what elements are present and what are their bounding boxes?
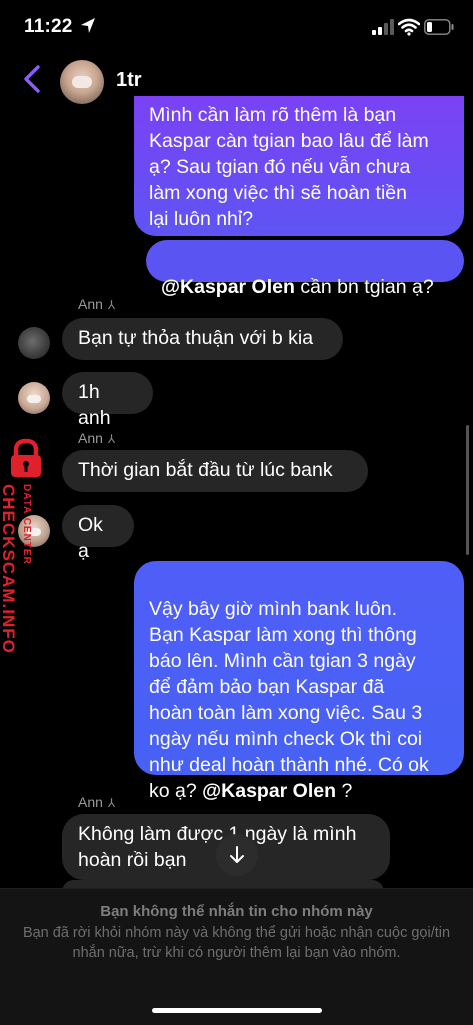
incoming-message-3[interactable]: Thời gian bắt đầu từ lúc bank — [62, 450, 368, 492]
incoming-message-1[interactable]: Bạn tự thỏa thuận với b kia — [62, 318, 343, 360]
incoming-message-4[interactable]: Ok ạ — [62, 505, 134, 562]
message-text: cần bn tgian ạ? — [294, 276, 434, 298]
sender-name: Ann ⅄ — [78, 430, 116, 446]
arrow-down-icon — [230, 846, 244, 863]
message-text: ? — [336, 780, 353, 802]
group-avatar[interactable] — [60, 60, 104, 104]
cellular-signal-icon — [372, 19, 394, 35]
watermark-subtext: DATA CENTER — [21, 484, 32, 565]
sender-name: Ann ⅄ — [78, 794, 116, 810]
location-arrow-icon — [81, 18, 95, 33]
checkscam-watermark: CHECKSCAM.INFO DATA CENTER — [0, 436, 50, 666]
message-text: Vậy bây giờ mình bank luôn. Bạn Kaspar l… — [149, 598, 429, 802]
mention-kaspar[interactable]: @Kaspar Olen — [202, 780, 336, 802]
back-chevron-icon[interactable] — [20, 64, 44, 94]
scroll-to-bottom-button[interactable] — [216, 834, 258, 876]
incoming-message-2[interactable]: 1h anh — [62, 372, 153, 429]
lock-icon — [11, 438, 41, 477]
left-group-notice: Bạn không thể nhắn tin cho nhóm này Bạn … — [0, 888, 473, 1025]
battery-icon — [424, 19, 454, 35]
notice-title: Bạn không thể nhắn tin cho nhóm này — [100, 903, 373, 920]
sender-name: Ann ⅄ — [78, 296, 116, 312]
reply-icon: ⅄ — [107, 432, 116, 446]
outgoing-message-1[interactable]: Mình cần làm rõ thêm là bạn Kaspar càn t… — [134, 96, 464, 236]
status-time: 11:22 — [24, 16, 73, 37]
sender-avatar[interactable] — [18, 382, 50, 414]
scrollbar[interactable] — [466, 425, 469, 555]
chat-title[interactable]: 1tr — [116, 69, 142, 92]
reply-icon: ⅄ — [107, 298, 116, 312]
outgoing-message-2[interactable]: @Kaspar Olen cần bn tgian ạ? — [146, 240, 464, 298]
watermark-text: CHECKSCAM.INFO — [0, 484, 18, 654]
reply-icon: ⅄ — [107, 796, 116, 810]
outgoing-message-3[interactable]: Vậy bây giờ mình bank luôn. Bạn Kaspar l… — [134, 561, 464, 802]
wifi-icon — [398, 18, 420, 36]
status-bar: 11:22 — [0, 0, 473, 52]
mention-kaspar[interactable]: @Kaspar Olen — [161, 276, 295, 298]
sender-avatar[interactable] — [18, 327, 50, 359]
notice-body: Bạn đã rời khỏi nhóm này và không thể gử… — [22, 925, 451, 961]
home-indicator[interactable] — [152, 1008, 322, 1013]
